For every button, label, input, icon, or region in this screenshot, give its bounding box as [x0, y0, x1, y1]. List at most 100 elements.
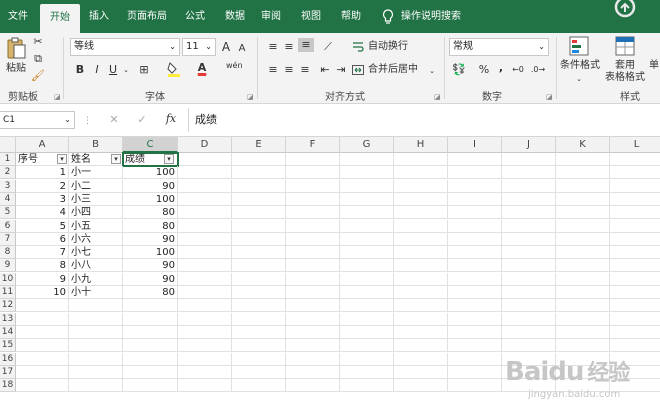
empty-cell[interactable]: [286, 192, 340, 206]
row-header[interactable]: 2: [0, 166, 16, 180]
column-header-i[interactable]: I: [448, 137, 502, 153]
empty-cell[interactable]: [286, 232, 340, 246]
orientation-icon[interactable]: ⟋: [320, 40, 336, 54]
empty-cell[interactable]: [340, 365, 394, 379]
table-cell-score[interactable]: 90: [123, 232, 178, 246]
empty-cell[interactable]: [502, 339, 556, 353]
table-cell-score[interactable]: 80: [123, 206, 178, 220]
wrap-text-button[interactable]: 自动换行: [368, 40, 418, 54]
table-cell-name[interactable]: 小四: [69, 206, 123, 220]
empty-cell[interactable]: [448, 325, 502, 339]
empty-cell[interactable]: [394, 206, 448, 220]
empty-cell[interactable]: [556, 325, 610, 339]
empty-cell[interactable]: [178, 352, 232, 366]
align-center-icon[interactable]: ≡: [282, 63, 296, 77]
empty-cell[interactable]: [340, 312, 394, 326]
empty-cell[interactable]: [502, 153, 556, 166]
cell-styles-button[interactable]: 单: [648, 59, 660, 73]
empty-cell[interactable]: [69, 312, 123, 326]
empty-cell[interactable]: [394, 246, 448, 260]
empty-cell[interactable]: [123, 379, 178, 393]
empty-cell[interactable]: [448, 166, 502, 180]
row-header[interactable]: 1: [0, 153, 16, 166]
align-bottom-icon[interactable]: ≡: [298, 38, 314, 52]
empty-cell[interactable]: [178, 286, 232, 299]
tab-file[interactable]: 文件: [0, 0, 36, 33]
empty-cell[interactable]: [69, 325, 123, 339]
tell-me-search[interactable]: 操作说明搜索: [400, 0, 462, 33]
empty-cell[interactable]: [286, 166, 340, 180]
row-header[interactable]: 4: [0, 192, 16, 206]
empty-cell[interactable]: [502, 246, 556, 260]
empty-cell[interactable]: [178, 312, 232, 326]
table-cell-id[interactable]: 9: [16, 272, 69, 286]
empty-cell[interactable]: [394, 179, 448, 193]
empty-cell[interactable]: [502, 232, 556, 246]
empty-cell[interactable]: [340, 192, 394, 206]
table-cell-name[interactable]: 小五: [69, 219, 123, 233]
empty-cell[interactable]: [16, 299, 69, 313]
table-cell-name[interactable]: 小八: [69, 259, 123, 273]
empty-cell[interactable]: [16, 312, 69, 326]
empty-cell[interactable]: [340, 299, 394, 313]
font-name-dropdown[interactable]: 等线 ⌄: [70, 38, 180, 56]
align-middle-icon[interactable]: ≡: [282, 40, 296, 54]
share-icon[interactable]: [612, 0, 638, 22]
table-cell-name[interactable]: 小九: [69, 272, 123, 286]
row-header[interactable]: 17: [0, 365, 16, 379]
align-right-icon[interactable]: ≡: [298, 63, 312, 77]
increase-indent-icon[interactable]: ⇥: [334, 63, 348, 77]
empty-cell[interactable]: [556, 246, 610, 260]
row-header[interactable]: 15: [0, 339, 16, 353]
empty-cell[interactable]: [394, 379, 448, 393]
empty-cell[interactable]: [232, 325, 286, 339]
empty-cell[interactable]: [232, 339, 286, 353]
empty-cell[interactable]: [286, 312, 340, 326]
empty-cell[interactable]: [502, 286, 556, 299]
row-header[interactable]: 14: [0, 325, 16, 339]
row-header[interactable]: 9: [0, 259, 16, 273]
table-cell-score[interactable]: 100: [123, 246, 178, 260]
table-cell-name[interactable]: 小一: [69, 166, 123, 180]
empty-cell[interactable]: [69, 299, 123, 313]
column-header-k[interactable]: K: [556, 137, 610, 153]
empty-cell[interactable]: [232, 365, 286, 379]
empty-cell[interactable]: [123, 312, 178, 326]
empty-cell[interactable]: [556, 192, 610, 206]
empty-cell[interactable]: [69, 365, 123, 379]
table-cell-score[interactable]: 90: [123, 272, 178, 286]
empty-cell[interactable]: [448, 339, 502, 353]
empty-cell[interactable]: [610, 326, 660, 339]
empty-cell[interactable]: [610, 339, 660, 353]
empty-cell[interactable]: [610, 299, 660, 313]
empty-cell[interactable]: [556, 286, 610, 299]
empty-cell[interactable]: [394, 166, 448, 180]
empty-cell[interactable]: [286, 325, 340, 339]
empty-cell[interactable]: [286, 219, 340, 233]
empty-cell[interactable]: [556, 259, 610, 273]
filter-dropdown-icon[interactable]: ▾: [57, 154, 67, 164]
table-cell-id[interactable]: 10: [16, 286, 69, 299]
insert-function-button[interactable]: fx: [163, 112, 179, 126]
paste-button[interactable]: 粘贴: [3, 62, 29, 76]
filter-dropdown-icon[interactable]: ▾: [111, 154, 121, 164]
merge-center-button[interactable]: 合并后居中: [368, 63, 426, 77]
empty-cell[interactable]: [394, 219, 448, 233]
tab-data[interactable]: 数据: [220, 0, 250, 33]
empty-cell[interactable]: [502, 166, 556, 180]
empty-cell[interactable]: [340, 219, 394, 233]
empty-cell[interactable]: [448, 286, 502, 299]
empty-cell[interactable]: [502, 299, 556, 313]
column-header-h[interactable]: H: [394, 137, 448, 153]
table-cell-id[interactable]: 5: [16, 219, 69, 233]
row-header[interactable]: 8: [0, 246, 16, 260]
empty-cell[interactable]: [286, 286, 340, 299]
empty-cell[interactable]: [340, 166, 394, 180]
empty-cell[interactable]: [448, 259, 502, 273]
empty-cell[interactable]: [232, 206, 286, 220]
empty-cell[interactable]: [286, 259, 340, 273]
empty-cell[interactable]: [178, 339, 232, 353]
table-cell-name[interactable]: 小六: [69, 232, 123, 246]
align-top-icon[interactable]: ≡: [266, 40, 280, 54]
name-box[interactable]: C1 ⌄: [0, 111, 75, 129]
